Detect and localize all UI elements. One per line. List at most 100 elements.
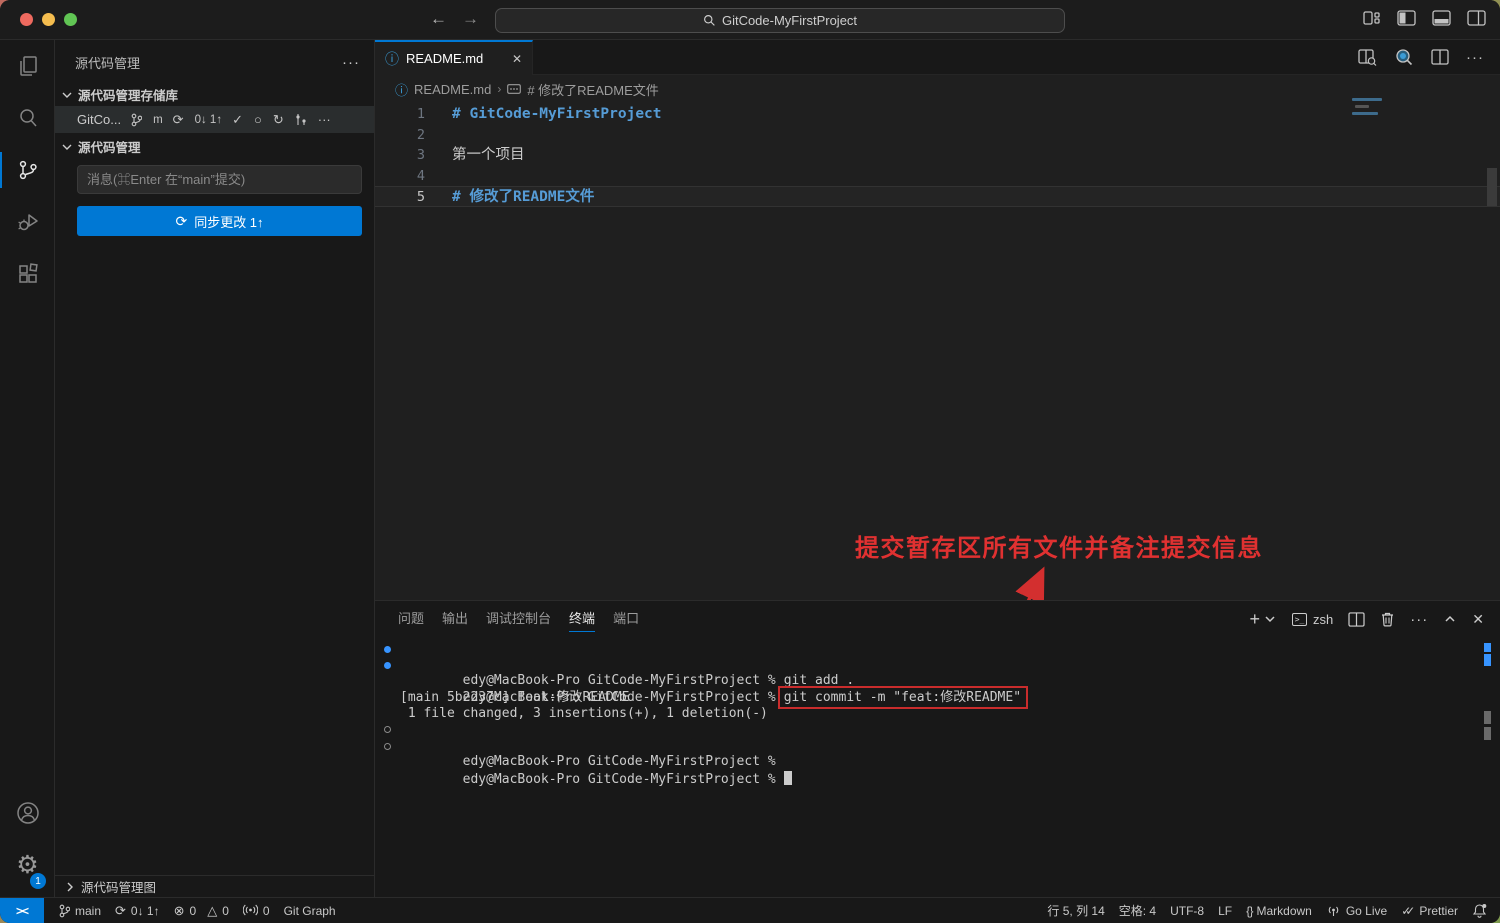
vscode-window: ← → GitCode-MyFirstProject — [0, 0, 1500, 923]
breadcrumb-symbol[interactable]: # 修改了README文件 — [527, 80, 658, 99]
sync-changes-button[interactable]: ⟳ 同步更改 1↑ — [77, 206, 362, 236]
section-source-control[interactable]: 源代码管理 — [55, 135, 374, 158]
panel-more-icon[interactable]: ··· — [1410, 611, 1428, 628]
code-editor[interactable]: 1# GitCode-MyFirstProject 2 3第一个项目 4 5# … — [375, 104, 1500, 207]
status-language[interactable]: { }Markdown — [1239, 898, 1319, 923]
tab-problems[interactable]: 问题 — [389, 601, 433, 637]
kill-terminal-trash-icon[interactable] — [1380, 611, 1395, 627]
shell-label: zsh — [1313, 612, 1333, 627]
remote-indicator[interactable]: >< — [0, 898, 44, 923]
info-icon: ⓘ — [395, 80, 408, 99]
branch-icon — [59, 904, 70, 918]
bell-icon — [1472, 903, 1487, 918]
settings-gear-icon[interactable]: ⚙ 1 — [0, 839, 55, 891]
extensions-icon[interactable] — [0, 248, 55, 300]
terminal-line — [375, 673, 1480, 689]
repo-sync-action[interactable]: ⟳0↓ 1↑ — [173, 112, 222, 128]
search-view-icon[interactable] — [0, 92, 55, 144]
status-go-live[interactable]: Go Live — [1319, 898, 1394, 923]
terminal-line: edy@MacBook-Pro GitCode-MyFirstProject % — [375, 738, 1480, 754]
repo-more-icon[interactable]: ··· — [318, 112, 331, 127]
terminal-line: [main 5b2237c] feat:修改README — [375, 690, 1480, 706]
refresh-icon[interactable]: ↻ — [273, 112, 284, 128]
split-terminal-icon[interactable] — [1348, 612, 1365, 627]
terminal-cursor — [784, 771, 792, 785]
back-arrow-icon[interactable]: ← — [430, 9, 447, 29]
title-bar: ← → GitCode-MyFirstProject — [0, 0, 1500, 40]
split-editor-icon[interactable] — [1431, 49, 1449, 65]
terminal-icon: >_ — [1292, 613, 1307, 626]
symbol-string-icon — [507, 83, 521, 95]
editor-scrollbar[interactable] — [1487, 168, 1497, 206]
command-success-dot — [384, 662, 391, 669]
terminal-line: edy@MacBook-Pro GitCode-MyFirstProject %… — [375, 657, 1480, 673]
editor-area: ⓘ README.md ✕ ··· ⓘ README.md › # 修改了REA… — [375, 40, 1500, 600]
tab-debug-console[interactable]: 调试控制台 — [477, 601, 560, 637]
status-ports[interactable]: 0 — [236, 898, 277, 923]
explorer-icon[interactable] — [0, 40, 55, 92]
open-preview-side-icon[interactable] — [1358, 49, 1377, 66]
settings-badge: 1 — [30, 873, 46, 889]
section-source-control-graph[interactable]: 源代码管理图 — [55, 875, 374, 897]
commit-check-icon[interactable]: ✓ — [232, 112, 243, 128]
window-close-button[interactable] — [20, 13, 33, 26]
code-line: 3第一个项目 — [375, 145, 1500, 166]
status-git-graph[interactable]: Git Graph — [277, 898, 343, 923]
toggle-panel-icon[interactable] — [1432, 10, 1451, 26]
search-icon — [703, 14, 716, 27]
terminal-output[interactable]: edy@MacBook-Pro GitCode-MyFirstProject %… — [375, 641, 1480, 897]
search-value: GitCode-MyFirstProject — [722, 13, 857, 28]
status-branch[interactable]: main — [52, 898, 108, 923]
forward-arrow-icon[interactable]: → — [462, 9, 479, 29]
status-problems[interactable]: ⊗0 △0 — [167, 898, 236, 923]
status-eol[interactable]: LF — [1211, 898, 1239, 923]
markdown-preview-icon[interactable] — [1394, 48, 1414, 66]
repo-branch: m — [153, 114, 163, 126]
tab-ports[interactable]: 端口 — [604, 601, 648, 637]
toggle-secondary-sidebar-icon[interactable] — [1467, 10, 1486, 26]
info-icon: ⓘ — [385, 49, 399, 69]
new-terminal-icon[interactable]: + — [1250, 609, 1261, 630]
status-line-col[interactable]: 行 5, 列 14 — [1040, 898, 1111, 923]
customize-layout-icon[interactable] — [1363, 10, 1381, 26]
tab-output[interactable]: 输出 — [433, 601, 477, 637]
breadcrumb[interactable]: ⓘ README.md › # 修改了README文件 — [375, 76, 1500, 102]
commit-message-input[interactable] — [77, 165, 362, 194]
editor-more-icon[interactable]: ··· — [1466, 49, 1484, 66]
circle-icon[interactable]: ○ — [254, 112, 262, 127]
branch-icon — [131, 113, 142, 127]
notifications-bell[interactable] — [1465, 898, 1494, 923]
terminal-shell-item[interactable]: >_ zsh — [1292, 612, 1333, 627]
repository-row[interactable]: GitCo... m ⟳0↓ 1↑ ✓ ○ ↻ ··· — [55, 106, 374, 133]
close-panel-icon[interactable]: ✕ — [1472, 611, 1484, 628]
prompt-dot — [384, 743, 391, 750]
tab-close-icon[interactable]: ✕ — [512, 52, 522, 66]
status-sync[interactable]: ⟳0↓ 1↑ — [108, 898, 167, 923]
chevron-down-icon — [60, 140, 74, 154]
sync-icon: ⟳ — [115, 903, 126, 919]
status-encoding[interactable]: UTF-8 — [1163, 898, 1211, 923]
repository-name: GitCo... — [77, 112, 121, 127]
section-repositories[interactable]: 源代码管理存储库 — [55, 83, 374, 106]
account-icon[interactable] — [0, 787, 55, 839]
status-bar: >< main ⟳0↓ 1↑ ⊗0 △0 0 Git Graph 行 5, 列 … — [0, 897, 1500, 923]
status-indent[interactable]: 空格: 4 — [1112, 898, 1163, 923]
sidebar-title: 源代码管理 — [75, 53, 140, 72]
run-debug-icon[interactable] — [0, 196, 55, 248]
command-center-search[interactable]: GitCode-MyFirstProject — [495, 8, 1065, 33]
activity-bar: ⚙ 1 — [0, 40, 55, 897]
breadcrumb-file[interactable]: README.md — [414, 82, 491, 97]
window-zoom-button[interactable] — [64, 13, 77, 26]
tab-readme[interactable]: ⓘ README.md ✕ — [375, 40, 533, 75]
window-minimize-button[interactable] — [42, 13, 55, 26]
tab-terminal[interactable]: 终端 — [560, 601, 604, 637]
graph-icon[interactable] — [295, 113, 307, 126]
status-prettier[interactable]: ✓✓Prettier — [1394, 898, 1465, 923]
maximize-panel-icon[interactable] — [1443, 612, 1457, 626]
chevron-down-icon[interactable] — [1263, 612, 1277, 626]
command-success-dot — [384, 646, 391, 653]
toggle-primary-sidebar-icon[interactable] — [1397, 10, 1416, 26]
source-control-icon[interactable] — [0, 144, 55, 196]
minimap[interactable] — [1352, 98, 1392, 168]
more-actions-icon[interactable]: ··· — [342, 54, 360, 71]
